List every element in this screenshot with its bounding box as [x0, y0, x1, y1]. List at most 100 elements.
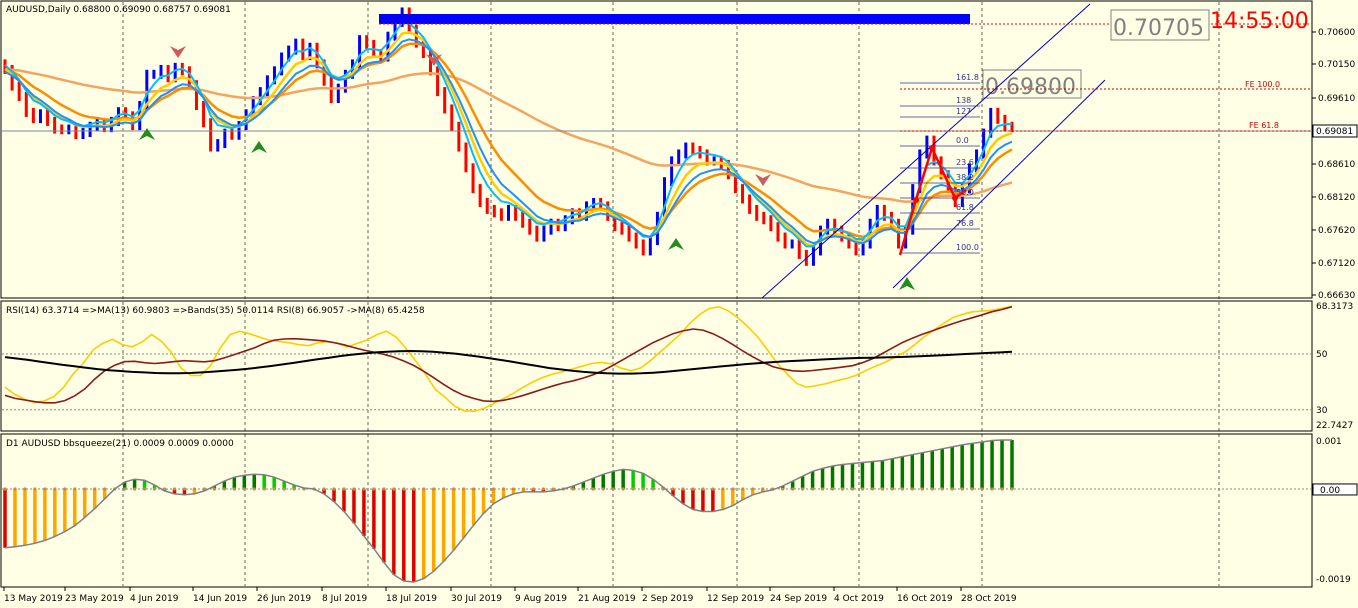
bb-squeeze-dot: [691, 487, 695, 491]
fib-label: 76.8: [956, 219, 974, 228]
bb-squeeze-dot: [222, 487, 226, 491]
bb-squeeze-dot: [452, 487, 456, 491]
bb-squeeze-dot: [940, 487, 944, 491]
date-label: 4 Jun 2019: [130, 594, 179, 604]
bb-squeeze-dot: [83, 487, 87, 491]
fib-label: 127: [956, 107, 971, 116]
fib-label: 161.8: [956, 73, 979, 82]
buy-arrow-icon: [251, 141, 267, 153]
fe-100-label: FE 100.0: [1245, 80, 1280, 89]
bb-squeeze-dot: [182, 487, 187, 491]
bb-squeeze-dot: [123, 487, 127, 491]
date-label: 13 May 2019: [4, 594, 63, 604]
price-layer: [3, 7, 1014, 266]
bb-squeeze-dot: [960, 487, 964, 491]
bb-squeeze-dot: [591, 487, 595, 491]
zigzag-point: [929, 145, 935, 151]
bb-squeeze-dot: [481, 487, 486, 491]
bb-squeeze-dot: [581, 487, 585, 491]
ma-slow-line: [4, 67, 1013, 204]
bb-squeeze-dot: [252, 487, 256, 491]
bb-squeeze-dot: [980, 487, 984, 491]
bb-squeeze-dot: [801, 487, 805, 491]
sell-arrow-icon: [170, 46, 186, 58]
target-price: 0.69800: [985, 75, 1076, 100]
price-axis: 0.70600 0.70150 0.69610 0.68610 0.68120 0.676…: [1312, 28, 1355, 301]
rsi-panel: [0, 300, 1313, 432]
bb-squeeze-dot: [870, 487, 875, 491]
bb-squeeze-dot: [731, 487, 735, 491]
date-label: 23 May 2019: [65, 594, 124, 604]
bb-layer: 0.0010.00-0.00190.00: [2, 437, 1358, 585]
bb-squeeze-dot: [472, 487, 476, 491]
bb-squeeze-dot: [262, 487, 266, 491]
price-tick-label: 0.69610: [1318, 94, 1355, 104]
bb-squeeze-dot: [133, 487, 137, 491]
price-panel: [0, 0, 1313, 299]
bb-squeeze-dot: [462, 487, 466, 491]
date-label: 16 Oct 2019: [897, 594, 953, 604]
price-tick-label: 0.70150: [1318, 60, 1355, 70]
bb-squeeze-dot: [272, 487, 276, 491]
price-tick-label: 0.70600: [1318, 28, 1355, 38]
bb-squeeze-dot: [142, 487, 147, 491]
bb-squeeze-dot: [511, 487, 516, 491]
bb-panel: [0, 433, 1313, 588]
date-label: 24 Sep 2019: [770, 594, 827, 604]
date-label: 2 Sep 2019: [642, 594, 694, 604]
bb-squeeze-dot: [950, 487, 954, 491]
date-label: 26 Jun 2019: [257, 594, 311, 604]
bb-squeeze-dot: [930, 487, 934, 491]
zigzag-point: [913, 197, 919, 203]
bb-squeeze-dot: [611, 487, 615, 491]
bb-squeeze-dot: [73, 487, 77, 491]
bb-squeeze-dot: [541, 487, 545, 491]
bb-squeeze-dot: [242, 487, 246, 491]
bb-squeeze-dot: [711, 487, 715, 491]
bb-squeeze-dot: [900, 487, 904, 491]
bb-squeeze-dot: [43, 487, 47, 491]
fib-label: 61.8: [956, 203, 974, 212]
bb-squeeze-dot: [631, 487, 635, 491]
buy-arrow-icon: [139, 128, 155, 140]
bb-squeeze-dot: [781, 487, 785, 491]
bb-squeeze-dot: [850, 487, 855, 491]
date-label: 28 Oct 2019: [961, 594, 1017, 604]
date-label: 18 Jul 2019: [386, 594, 437, 604]
bb-squeeze-dot: [641, 487, 645, 491]
price-tick-label: 0.66630: [1318, 291, 1355, 301]
rsi-tick-label: 50: [1316, 350, 1328, 360]
bb-squeeze-dot: [93, 487, 97, 491]
chart-canvas[interactable]: 68.3173503022.7427 0.0010.00-0.00190.00 …: [0, 0, 1358, 608]
bb-squeeze-dot: [880, 487, 884, 491]
bb-squeeze-dot: [212, 487, 216, 491]
big-price: 0.70705: [1113, 16, 1204, 41]
bb-squeeze-dot: [721, 487, 725, 491]
channel-upper: [761, 3, 1091, 299]
fib-label: 138: [956, 96, 971, 105]
bb-squeeze-dot: [651, 487, 655, 491]
bb-squeeze-dot: [442, 487, 446, 491]
bb-squeeze-dot: [820, 487, 825, 491]
bb-squeeze-dot: [860, 487, 865, 491]
chart-window[interactable]: 68.3173503022.7427 0.0010.00-0.00190.00 …: [0, 0, 1358, 608]
bb-squeeze-dot: [382, 487, 386, 491]
bb-squeeze-dot: [392, 487, 396, 491]
rsi-series-line: [4, 305, 1013, 404]
rsi-series-line: [4, 349, 1013, 375]
bb-squeeze-dot: [152, 487, 157, 491]
bb-squeeze-dot: [751, 487, 755, 491]
bb-squeeze-dot: [531, 487, 536, 491]
zigzag-point: [952, 195, 958, 201]
bb-squeeze-dot: [352, 487, 356, 491]
current-price-label: 0.69081: [1316, 127, 1353, 137]
bb-header: D1 AUDUSD bbsqueeze(21) 0.0009 0.0009 0.…: [6, 439, 234, 449]
bb-squeeze-dot: [621, 487, 625, 491]
fe-618-label: FE 61.8: [1249, 121, 1279, 130]
bb-squeeze-dot: [571, 487, 575, 491]
bb-squeeze-dot: [1000, 487, 1004, 491]
bb-squeeze-dot: [23, 487, 27, 491]
rsi-layer: 68.3173 50 30 22.7427: [2, 302, 1353, 431]
bb-squeeze-dot: [791, 487, 795, 491]
bb-squeeze-dot: [432, 487, 436, 491]
